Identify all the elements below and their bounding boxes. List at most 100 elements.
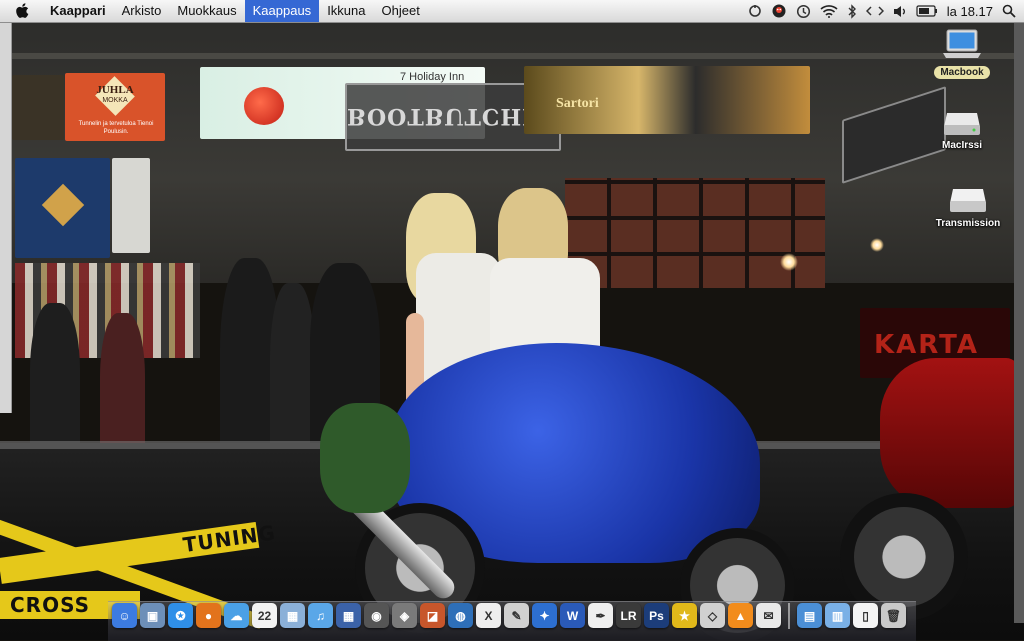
- image-capture-icon[interactable]: ◈: [392, 603, 417, 628]
- spotlight-search-icon[interactable]: [1002, 0, 1016, 22]
- dock-glyph: 22: [257, 608, 272, 623]
- dock-glyph: ▯: [862, 608, 869, 623]
- desktop-wallpaper: JUHLA MOKKA Tunnelin ja tervetuloa Tieno…: [0, 23, 1024, 640]
- sartori-text: Sartori: [556, 96, 599, 111]
- menubar-clock[interactable]: la 18.17: [947, 0, 993, 22]
- background-window-edge-left[interactable]: [0, 23, 12, 413]
- dock-glyph: ☺: [118, 608, 131, 623]
- downloads-stack-icon[interactable]: ▥: [825, 603, 850, 628]
- stand-window-grid: [565, 178, 825, 288]
- dock-glyph: ♫: [316, 608, 325, 623]
- dock-glyph: X: [484, 608, 493, 623]
- terminal-icon[interactable]: ✉: [756, 603, 781, 628]
- stage-light: [870, 238, 884, 252]
- firefox-icon[interactable]: ●: [196, 603, 221, 628]
- tomato-graphic: [244, 87, 284, 125]
- desktop-icon-transmission[interactable]: Transmission: [923, 185, 1013, 229]
- hall-beam: [0, 53, 1024, 59]
- dock-glyph: ✦: [539, 608, 550, 623]
- desktop-icon-label: Transmission: [935, 218, 1001, 229]
- script-editor-icon[interactable]: ✎: [504, 603, 529, 628]
- textedit-icon[interactable]: ✒: [588, 603, 613, 628]
- ichat-icon[interactable]: ☁: [224, 603, 249, 628]
- laptop-icon: [943, 28, 981, 62]
- dock-glyph: ◉: [371, 608, 382, 623]
- time-machine-icon[interactable]: [796, 0, 811, 22]
- juhla-mokka-sign: JUHLA MOKKA Tunnelin ja tervetuloa Tieno…: [65, 73, 165, 141]
- applications-stack-icon[interactable]: ▤: [797, 603, 822, 628]
- dock-glyph: ✉: [763, 608, 774, 623]
- background-window-edge-right[interactable]: [1014, 23, 1024, 623]
- juhla-text-line1: JUHLA: [96, 84, 134, 96]
- network-icon[interactable]: ◍: [448, 603, 473, 628]
- dock-glyph: ▦: [342, 608, 355, 623]
- sartori-billboard: Sartori: [524, 66, 810, 134]
- desktop-icon-macirssi[interactable]: MacIrssi: [917, 107, 1007, 151]
- holiday-inn-text: 7 Holiday Inn: [400, 71, 465, 83]
- ical-icon[interactable]: 22: [252, 603, 277, 628]
- script-menu-icon[interactable]: [865, 0, 884, 22]
- dock-items: ☺ ▣ ✪ ● ☁ 22 ▦ ♫ ▦ ◉ ◈ ◪ ◍ X ✎ ✦ W ✒ LR Ps ★ ◇ ▲ ✉ ▤ ▥ ▯ 🗑: [112, 603, 906, 629]
- documents-stack-icon[interactable]: ▯: [853, 603, 878, 628]
- dock-glyph: ☁: [230, 608, 243, 623]
- menu-kaappaus[interactable]: Kaappaus: [244, 0, 320, 22]
- dock-glyph: ◪: [426, 608, 439, 623]
- trash-icon[interactable]: 🗑: [881, 603, 906, 628]
- left-dark-panel: [12, 75, 64, 140]
- dock-glyph: ▦: [286, 608, 299, 623]
- juhla-logo: [95, 76, 135, 116]
- disk-image-icon: [949, 185, 987, 215]
- red-bike: [880, 358, 1020, 508]
- spaces-icon[interactable]: ▦: [336, 603, 361, 628]
- app-menu-kaappari[interactable]: Kaappari: [42, 0, 114, 22]
- star-icon[interactable]: ★: [672, 603, 697, 628]
- itunes-icon[interactable]: ♫: [308, 603, 333, 628]
- safari-icon[interactable]: ✪: [168, 603, 193, 628]
- word-icon[interactable]: W: [560, 603, 585, 628]
- wifi-icon[interactable]: [820, 0, 838, 22]
- yellow-diamond: [41, 183, 85, 227]
- photoshop-icon[interactable]: Ps: [644, 603, 669, 628]
- sync-icon[interactable]: [748, 0, 762, 22]
- dock-glyph: ◍: [455, 608, 466, 623]
- dock-glyph: ✎: [511, 608, 522, 623]
- menu-arkisto[interactable]: Arkisto: [114, 0, 170, 22]
- bluetooth-icon[interactable]: [847, 0, 857, 22]
- dock-glyph: W: [566, 608, 579, 623]
- apple-menu-icon[interactable]: [12, 1, 32, 21]
- karta-text: KARTA: [874, 330, 979, 360]
- green-bike: [320, 403, 410, 513]
- vlc-icon[interactable]: ▲: [728, 603, 753, 628]
- menu-extras: la 18.17: [748, 0, 1016, 22]
- desktop-icon-macbook[interactable]: Macbook: [917, 28, 1007, 80]
- adium-icon[interactable]: ✦: [532, 603, 557, 628]
- iphoto-icon[interactable]: ▦: [280, 603, 305, 628]
- lightroom-icon[interactable]: LR: [616, 603, 641, 628]
- dock-glyph: ▣: [146, 608, 159, 623]
- dock-glyph: 🗑: [885, 608, 902, 623]
- white-stand-panel: [112, 158, 150, 253]
- menu-ohjeet[interactable]: Ohjeet: [374, 0, 428, 22]
- dock-glyph: Ps: [649, 608, 664, 623]
- menu-muokkaus[interactable]: Muokkaus: [169, 0, 244, 22]
- dock-glyph: LR: [620, 608, 637, 623]
- dock-glyph: ★: [679, 608, 690, 623]
- photo-booth-icon[interactable]: ◪: [420, 603, 445, 628]
- desktop-icon-label: MacIrssi: [941, 140, 983, 151]
- cyberduck-icon[interactable]: ◇: [700, 603, 725, 628]
- desktop-icon-label: Macbook: [934, 66, 990, 79]
- juhla-text-line2: MOKKA: [102, 97, 128, 104]
- adium-status-icon[interactable]: [771, 0, 787, 22]
- battery-icon[interactable]: [916, 0, 938, 22]
- menu-ikkuna[interactable]: Ikkuna: [319, 0, 373, 22]
- dock-glyph: ▲: [734, 608, 747, 623]
- preview-icon[interactable]: ▣: [140, 603, 165, 628]
- dvd-player-icon[interactable]: ◉: [364, 603, 389, 628]
- dock-glyph: ▥: [831, 608, 844, 623]
- dock-glyph: ▤: [803, 608, 816, 623]
- juhla-caption: Tunnelin ja tervetuloa Tienoi Poulusin.: [78, 121, 154, 135]
- blue-stand-panel: [15, 158, 110, 258]
- x11-icon[interactable]: X: [476, 603, 501, 628]
- finder-icon[interactable]: ☺: [112, 603, 137, 628]
- volume-icon[interactable]: [893, 0, 907, 22]
